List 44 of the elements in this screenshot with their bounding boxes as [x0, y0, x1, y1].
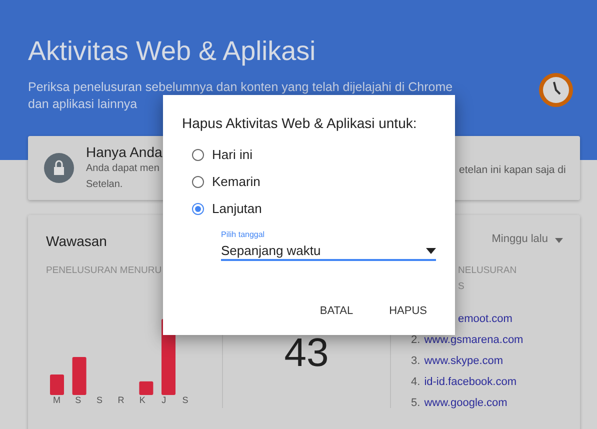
caret-icon: [555, 238, 563, 243]
radio-icon[interactable]: [192, 176, 204, 188]
day-label: K: [138, 395, 146, 405]
clock-icon: [537, 71, 575, 109]
day-label: S: [74, 395, 82, 405]
day-label: M: [52, 395, 62, 405]
list-heading: NELUSURAN: [458, 264, 517, 278]
dialog-button[interactable]: HAPUS: [381, 299, 435, 323]
day-label: S: [181, 395, 190, 405]
list-number: 2.: [411, 334, 420, 348]
site-link[interactable]: id-id.facebook.com: [424, 376, 517, 397]
day-label: S: [96, 395, 104, 405]
site-link[interactable]: emoot.com: [458, 313, 512, 334]
chart-heading: PENELUSURAN MENURU: [46, 264, 162, 278]
card-text: etelan ini kapan saja di: [459, 164, 566, 176]
day-label: R: [116, 395, 126, 405]
site-link[interactable]: www.gsmarena.com: [424, 334, 524, 355]
radio-icon[interactable]: [192, 148, 204, 160]
list-number: 3.: [411, 355, 420, 369]
section-title: Wawasan: [46, 233, 108, 249]
search-count: 43: [284, 333, 329, 377]
caret-icon: [426, 248, 436, 254]
list-heading: S: [458, 280, 464, 294]
radio-icon[interactable]: [192, 202, 204, 214]
lock-icon: [44, 153, 74, 183]
site-link[interactable]: www.google.com: [424, 397, 508, 418]
radio-option[interactable]: Lanjutan: [192, 195, 435, 222]
date-select[interactable]: Sepanjang waktu: [221, 243, 436, 261]
page-title: Aktivitas Web & Aplikasi: [28, 36, 317, 67]
period-dropdown[interactable]: Minggu lalu: [492, 233, 548, 245]
card-text: Anda dapat men: [86, 162, 160, 176]
card-text: Setelan.: [86, 178, 123, 192]
card-title: Hanya Anda: [86, 144, 162, 160]
dialog-title: Hapus Aktivitas Web & Aplikasi untuk:: [182, 115, 418, 131]
page-subtitle: Periksa penelusuran sebelumnya dan konten yang telah dijelajahi di Chrome: [28, 79, 453, 96]
site-link[interactable]: www.skype.com: [424, 355, 504, 376]
field-label: Pilih tanggal: [221, 230, 266, 239]
radio-option[interactable]: Kemarin: [192, 168, 435, 195]
list-number: 5.: [411, 397, 420, 411]
page-subtitle: dan aplikasi lainnya: [28, 96, 138, 113]
list-number: 4.: [411, 376, 420, 390]
day-label: J: [160, 395, 168, 405]
radio-option[interactable]: Hari ini: [192, 141, 435, 168]
dialog-button[interactable]: BATAL: [312, 299, 362, 323]
